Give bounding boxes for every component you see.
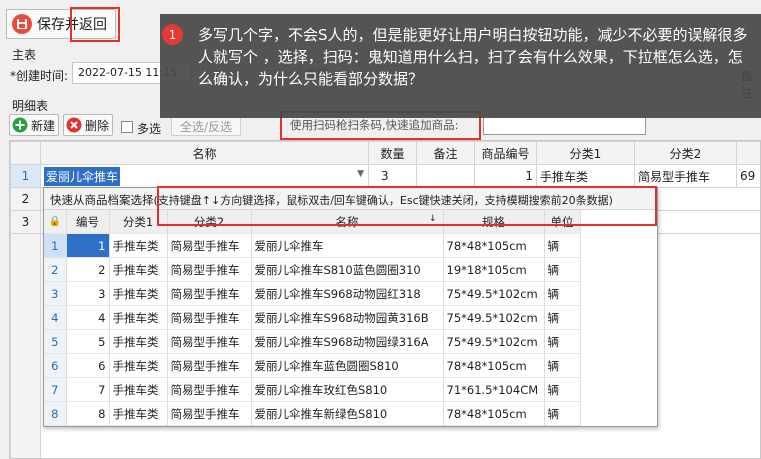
row-number: 3 [10, 210, 41, 234]
add-label: 新建 [31, 118, 56, 133]
list-item[interactable]: 7 7 手推车类 简易型手推车 爱丽儿伞推车玫红色S810 71*61.5*10… [44, 377, 581, 402]
created-time-label: *创建时间: [10, 69, 69, 83]
picker-title-bar: 快速从商品档案选择(支持键盘↑↓方向键选择，鼠标双击/回车键确认，Esc键快速关… [44, 188, 657, 210]
grid-col-cat2[interactable]: 分类2 [634, 141, 737, 165]
plus-icon [12, 117, 28, 133]
delete-button[interactable]: 删除 [63, 114, 113, 136]
multi-select-checkbox[interactable] [121, 121, 133, 133]
picker-col-cat2[interactable]: 分类2 [167, 210, 252, 234]
row-number: 1 [10, 164, 41, 188]
list-item[interactable]: 5 5 手推车类 简易型手推车 爱丽儿伞推车S968动物园绿316A 75*49… [44, 329, 581, 354]
list-item[interactable]: 8 8 手推车类 简易型手推车 爱丽儿伞推车新绿色S810 78*48*105c… [44, 401, 581, 426]
picker-header-row: 🔒 编号 分类1 分类2 名称 ↓ 规格 单位 [44, 210, 581, 234]
lock-icon: 🔒 [44, 210, 67, 234]
code-cell[interactable]: 1 [474, 164, 537, 188]
save-and-back-button[interactable]: 保存并返回 [6, 9, 116, 39]
row-number: 2 [10, 187, 41, 211]
extra-cell[interactable]: 69 [736, 164, 760, 188]
picker-col-unit[interactable]: 单位 [544, 210, 581, 234]
picker-col-cat1[interactable]: 分类1 [109, 210, 168, 234]
list-item[interactable]: 1 1 手推车类 简易型手推车 爱丽儿伞推车 78*48*105cm 辆 [44, 233, 581, 258]
picker-col-name[interactable]: 名称 ↓ [251, 210, 444, 234]
grid-col-code[interactable]: 商品编号 [474, 141, 537, 165]
add-button[interactable]: 新建 [9, 114, 59, 136]
annotation-tooltip: 多写几个字，不会S人的，但是能更好让用户明白按钮功能，减少不必要的误解很多人就写… [160, 14, 761, 118]
product-picker-popup: 快速从商品档案选择(支持键盘↑↓方向键选择，鼠标双击/回车键确认，Esc键快速关… [43, 187, 658, 427]
grid-col-name[interactable]: 名称 [40, 141, 369, 165]
chevron-down-icon[interactable]: ▼ [357, 169, 364, 179]
annotation-number-badge: 1 [162, 24, 183, 45]
grid-col-cat1[interactable]: 分类1 [536, 141, 635, 165]
picker-title: 快速从商品档案选择 [50, 193, 154, 207]
scan-input[interactable] [483, 115, 646, 135]
grid-header-row: 名称 数量 备注 商品编号 分类1 分类2 [10, 141, 760, 165]
list-item[interactable]: 3 3 手推车类 简易型手推车 爱丽儿伞推车S968动物园红318 75*49.… [44, 281, 581, 306]
save-icon [11, 13, 33, 35]
picker-col-no[interactable]: 编号 [66, 210, 110, 234]
scan-label: 使用扫码枪扫条码,快速追加商品: [290, 118, 459, 132]
sort-icon: ↓ [428, 213, 437, 224]
name-cell-editor[interactable]: 爱丽儿伞推车 ▼ [40, 164, 369, 188]
qty-cell[interactable]: 3 [368, 164, 417, 188]
delete-icon [66, 117, 82, 133]
grid-col-remark[interactable]: 备注 [416, 141, 475, 165]
list-item[interactable]: 4 4 手推车类 简易型手推车 爱丽儿伞推车S968动物园黄316B 75*49… [44, 305, 581, 330]
grid-col-extra[interactable] [736, 141, 760, 165]
cat1-cell[interactable]: 手推车类 [536, 164, 635, 188]
table-row[interactable]: 1 爱丽儿伞推车 ▼ 3 1 手推车类 简易型手推车 69 [10, 164, 760, 188]
grid-col-qty[interactable]: 数量 [368, 141, 417, 165]
list-item[interactable]: 6 6 手推车类 简易型手推车 爱丽儿伞推车蓝色圆圈S810 78*48*105… [44, 353, 581, 378]
annotation-text: 多写几个字，不会S人的，但是能更好让用户明白按钮功能，减少不必要的误解很多人就写… [198, 26, 748, 88]
grid-corner [10, 141, 41, 165]
picker-col-spec[interactable]: 规格 [443, 210, 545, 234]
cat2-cell[interactable]: 简易型手推车 [634, 164, 737, 188]
delete-label: 删除 [85, 118, 110, 133]
main-section-label: 主表 [12, 48, 37, 62]
name-cell-value: 爱丽儿伞推车 [44, 166, 121, 186]
select-all-label: 全选/反选 [179, 119, 233, 134]
remark-cell[interactable] [416, 164, 475, 188]
multi-select-label: 多选 [137, 122, 162, 136]
list-item[interactable]: 2 2 手推车类 简易型手推车 爱丽儿伞推车S810蓝色圆圈310 19*18*… [44, 257, 581, 282]
picker-hint: (支持键盘↑↓方向键选择，鼠标双击/回车键确认，Esc键快速关闭，支持模糊搜索前… [153, 194, 613, 207]
save-and-back-label: 保存并返回 [37, 17, 107, 33]
select-all-button[interactable]: 全选/反选 [171, 116, 241, 136]
detail-section-label: 明细表 [12, 99, 49, 113]
